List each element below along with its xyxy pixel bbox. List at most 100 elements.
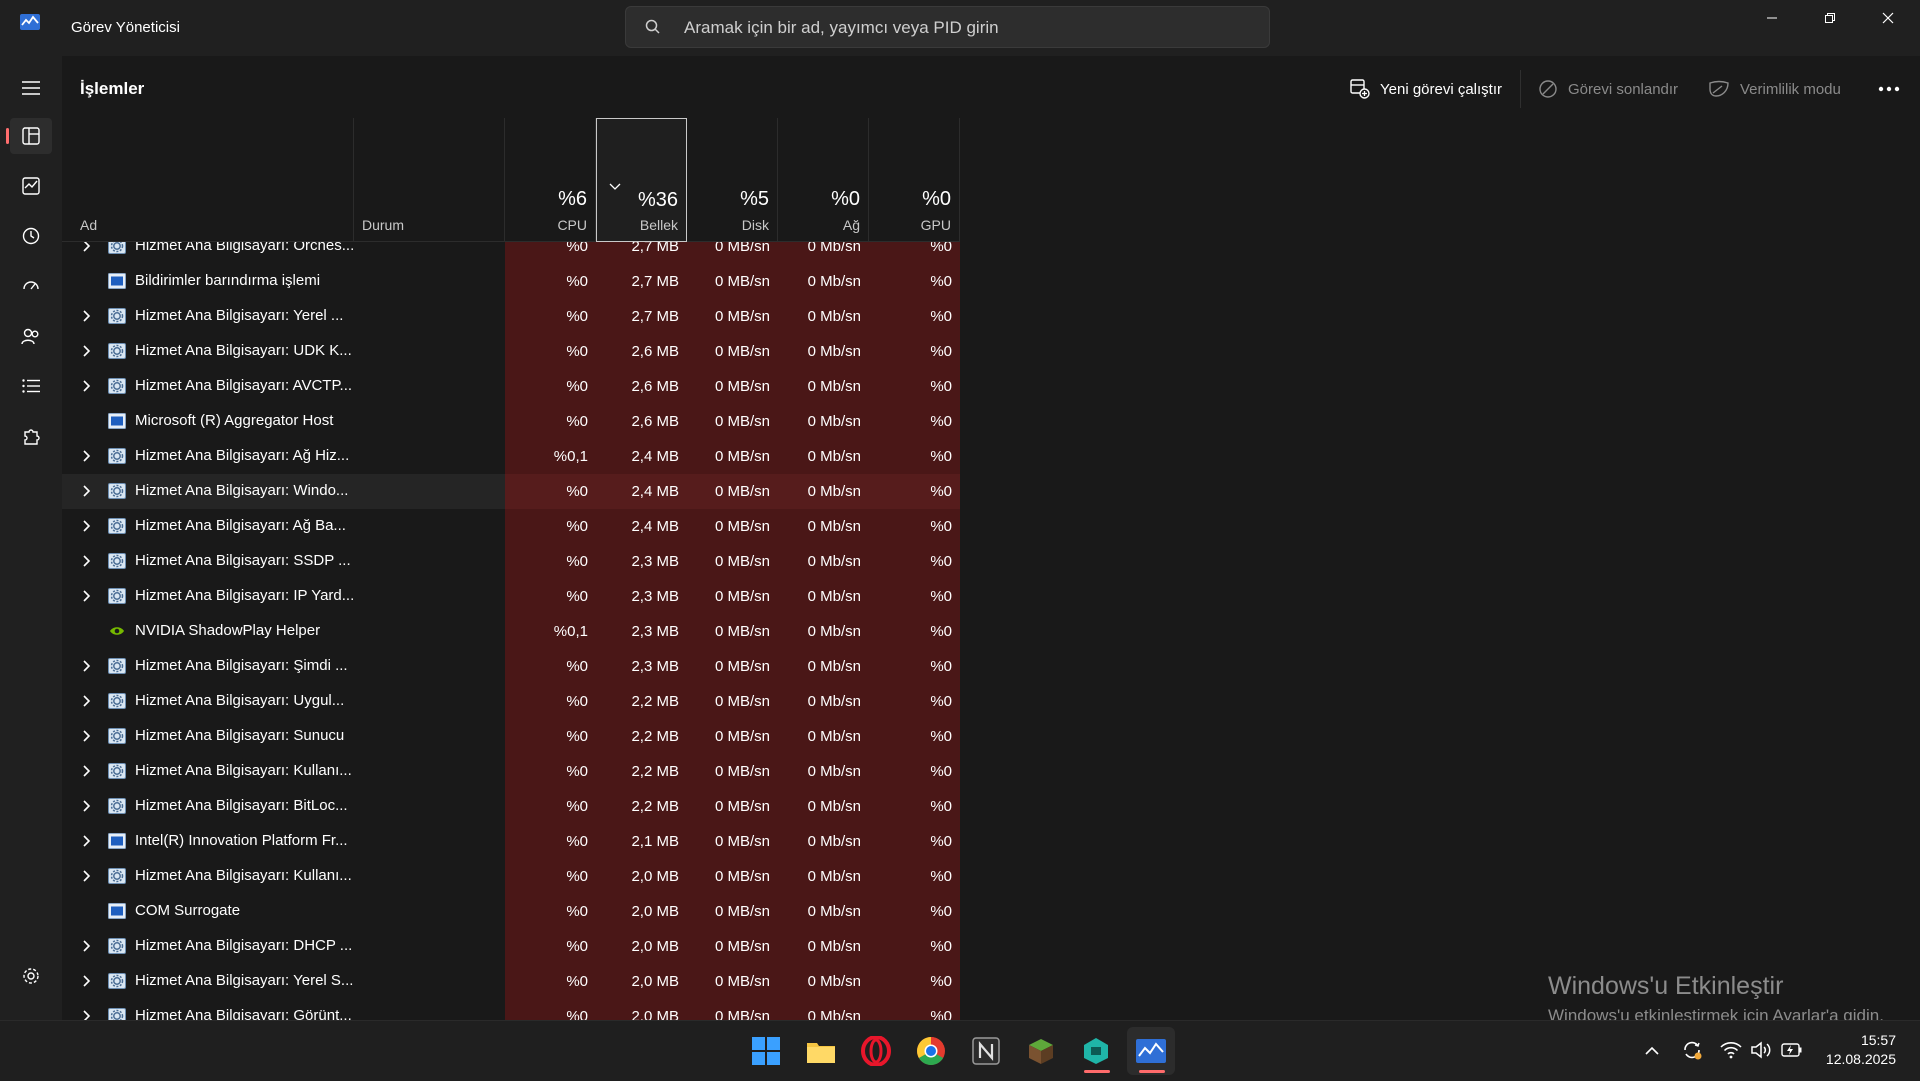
tray-volume[interactable] xyxy=(1750,1039,1772,1061)
nvidia-icon xyxy=(108,623,126,639)
chevron-right-icon[interactable] xyxy=(82,799,91,817)
process-row[interactable]: Hizmet Ana Bilgisayarı: Görünt... %0 2,0 M… xyxy=(62,999,1022,1020)
process-row[interactable]: Intel(R) Innovation Platform Fr... %0 2,1 … xyxy=(62,824,1022,859)
chevron-right-icon[interactable] xyxy=(82,694,91,712)
taskbar-task-manager[interactable] xyxy=(1127,1027,1175,1075)
process-status-cell xyxy=(354,299,505,334)
chevron-right-icon[interactable] xyxy=(82,729,91,747)
process-row[interactable]: Hizmet Ana Bilgisayarı: Yerel ... %0 2,7 M… xyxy=(62,299,1022,334)
chevron-right-icon[interactable] xyxy=(82,242,91,257)
column-header-memory[interactable]: %36 Bellek xyxy=(596,118,687,242)
close-button[interactable] xyxy=(1859,0,1917,36)
taskbar-chrome[interactable] xyxy=(907,1027,955,1075)
network-value: 0 Mb/sn xyxy=(778,719,869,754)
taskbar-notion[interactable] xyxy=(962,1027,1010,1075)
efficiency-mode-button[interactable]: Verimlilik modu xyxy=(1708,74,1841,104)
nav-app-history[interactable] xyxy=(10,218,52,254)
chevron-right-icon[interactable] xyxy=(82,379,91,397)
tray-battery[interactable] xyxy=(1781,1039,1803,1061)
taskbar-minecraft[interactable] xyxy=(1017,1027,1065,1075)
chevron-right-icon[interactable] xyxy=(82,659,91,677)
restore-button[interactable] xyxy=(1801,0,1859,36)
chevron-right-icon[interactable] xyxy=(82,554,91,572)
cpu-value: %0 xyxy=(505,754,596,789)
column-header-cpu[interactable]: %6 CPU xyxy=(505,118,596,242)
process-row[interactable]: NVIDIA ShadowPlay Helper %0,1 2,3 MB 0 MB/s… xyxy=(62,614,1022,649)
end-task-label: Görevi sonlandır xyxy=(1568,80,1679,98)
process-row[interactable]: Hizmet Ana Bilgisayarı: AVCTP... %0 2,6 MB… xyxy=(62,369,1022,404)
nav-services[interactable] xyxy=(10,418,52,454)
process-row[interactable]: Hizmet Ana Bilgisayarı: Yerel S... %0 2,0 … xyxy=(62,964,1022,999)
taskbar-file-explorer[interactable] xyxy=(797,1027,845,1075)
chevron-right-icon[interactable] xyxy=(82,344,91,362)
process-name-cell: Hizmet Ana Bilgisayarı: Ağ Ba... xyxy=(62,509,354,544)
process-row[interactable]: Hizmet Ana Bilgisayarı: UDK K... %0 2,6 MB… xyxy=(62,334,1022,369)
running-indicator xyxy=(1139,1070,1165,1073)
nav-processes[interactable] xyxy=(6,118,52,154)
navigation-rail xyxy=(0,56,62,1020)
search-box[interactable] xyxy=(625,6,1270,48)
column-header-gpu[interactable]: %0 GPU xyxy=(869,118,960,242)
chevron-right-icon[interactable] xyxy=(82,449,91,467)
process-row[interactable]: Hizmet Ana Bilgisayarı: Sunucu %0 2,2 MB 0 … xyxy=(62,719,1022,754)
column-header-name[interactable]: Ad xyxy=(62,118,354,242)
nav-users[interactable] xyxy=(10,318,52,354)
process-row[interactable]: Microsoft (R) Aggregator Host %0 2,6 MB 0 M… xyxy=(62,404,1022,439)
process-row[interactable]: Hizmet Ana Bilgisayarı: IP Yard... %0 2,3 … xyxy=(62,579,1022,614)
service-gear-icon xyxy=(108,938,126,954)
more-options-button[interactable] xyxy=(1876,76,1902,102)
taskbar-start-button[interactable] xyxy=(742,1027,790,1075)
nav-performance[interactable] xyxy=(10,168,52,204)
process-row[interactable]: Hizmet Ana Bilgisayarı: Şimdi ... %0 2,3 M… xyxy=(62,649,1022,684)
process-status-cell xyxy=(354,334,505,369)
tray-sync[interactable] xyxy=(1681,1039,1703,1061)
chevron-right-icon[interactable] xyxy=(82,519,91,537)
run-new-task-button[interactable]: Yeni görevi çalıştır xyxy=(1350,74,1502,104)
process-row[interactable]: Hizmet Ana Bilgisayarı: DHCP ... %0 2,0 MB… xyxy=(62,929,1022,964)
chevron-right-icon[interactable] xyxy=(82,764,91,782)
process-row[interactable]: Hizmet Ana Bilgisayarı: BitLoc... %0 2,2 M… xyxy=(62,789,1022,824)
column-header-disk[interactable]: %5 Disk xyxy=(687,118,778,242)
service-gear-icon xyxy=(108,343,126,359)
title-bar: Görev Yöneticisi xyxy=(0,0,1920,56)
chevron-right-icon[interactable] xyxy=(82,869,91,887)
service-gear-icon xyxy=(108,798,126,814)
chevron-right-icon[interactable] xyxy=(82,484,91,502)
chevron-right-icon[interactable] xyxy=(82,589,91,607)
sort-descending-icon xyxy=(609,183,621,190)
column-header-status[interactable]: Durum xyxy=(354,118,505,242)
chevron-right-icon[interactable] xyxy=(82,939,91,957)
process-row[interactable]: Hizmet Ana Bilgisayarı: Kullanı... %0 2,0 … xyxy=(62,859,1022,894)
process-row[interactable]: Hizmet Ana Bilgisayarı: Uygul... %0 2,2 MB… xyxy=(62,684,1022,719)
chevron-right-icon[interactable] xyxy=(82,1009,91,1020)
gpu-value: %0 xyxy=(869,649,960,684)
column-header-network[interactable]: %0 Ağ xyxy=(778,118,869,242)
taskbar-app[interactable] xyxy=(1072,1027,1120,1075)
process-row[interactable]: Hizmet Ana Bilgisayarı: SSDP ... %0 2,3 MB… xyxy=(62,544,1022,579)
end-task-button[interactable]: Görevi sonlandır xyxy=(1538,74,1678,104)
search-input[interactable] xyxy=(682,13,1246,43)
process-row[interactable]: Bildirimler barındırma işlemi %0 2,7 MB 0 M… xyxy=(62,264,1022,299)
chevron-right-icon[interactable] xyxy=(82,834,91,852)
process-row[interactable]: Hizmet Ana Bilgisayarı: Kullanı... %0 2,2 … xyxy=(62,754,1022,789)
nav-startup-apps[interactable] xyxy=(10,268,52,304)
process-status-cell xyxy=(354,474,505,509)
process-row[interactable]: Hizmet Ana Bilgisayarı: Ağ Ba... %0 2,4 MB… xyxy=(62,509,1022,544)
chevron-right-icon[interactable] xyxy=(82,309,91,327)
process-name: Hizmet Ana Bilgisayarı: Sunucu xyxy=(135,727,345,744)
minimize-button[interactable] xyxy=(1743,0,1801,36)
process-name-cell: Hizmet Ana Bilgisayarı: Sunucu xyxy=(62,719,354,754)
hamburger-menu-button[interactable] xyxy=(10,70,52,106)
chevron-right-icon[interactable] xyxy=(82,974,91,992)
process-row[interactable]: COM Surrogate %0 2,0 MB 0 MB/sn 0 Mb/sn %0 xyxy=(62,894,1022,929)
tray-overflow-button[interactable] xyxy=(1641,1039,1663,1061)
process-row[interactable]: Hizmet Ana Bilgisayarı: Ağ Hiz... %0,1 2,4… xyxy=(62,439,1022,474)
nav-details[interactable] xyxy=(10,368,52,404)
taskbar-opera[interactable] xyxy=(852,1027,900,1075)
restore-icon xyxy=(1825,13,1835,23)
taskbar-clock[interactable]: 15:57 12.08.2025 xyxy=(1826,1031,1896,1069)
process-row[interactable]: Hizmet Ana Bilgisayarı: Windo... %0 2,4 MB… xyxy=(62,474,1022,509)
process-row[interactable]: Hizmet Ana Bilgisayarı: Orches... %0 2,7 M… xyxy=(62,242,1022,264)
tray-wifi[interactable] xyxy=(1720,1039,1742,1061)
nav-settings[interactable] xyxy=(10,958,52,994)
